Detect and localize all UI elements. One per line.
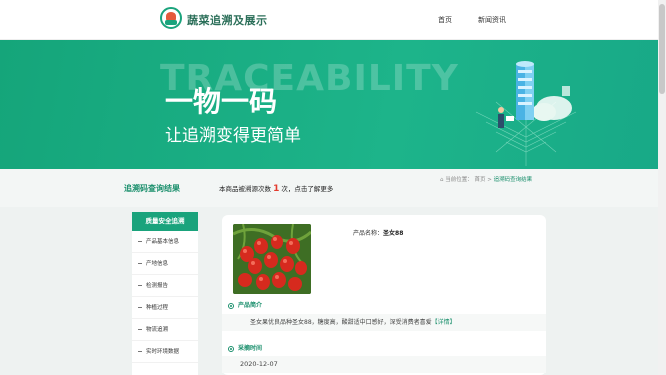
sidebar-item-label: 物流追溯 xyxy=(146,327,169,333)
intro-more-link[interactable]: 【详情】 xyxy=(432,319,456,326)
sidebar-heading: 质量安全追溯 xyxy=(132,212,198,231)
dash-icon xyxy=(138,241,142,242)
product-name: 产品名称：圣女88 xyxy=(353,228,403,237)
intro-heading-text: 产品简介 xyxy=(238,302,263,309)
nav-news[interactable]: 新闻资讯 xyxy=(478,15,506,25)
trace-count-prefix: 本商品被溯源次数 xyxy=(219,185,271,193)
trace-count-suffix: 次，点击了解更多 xyxy=(281,185,334,193)
breadcrumb-home[interactable]: 首页 xyxy=(475,177,486,183)
product-card: 产品名称：圣女88 产品简介 圣女果优良品种圣女88，糖度高，酸甜适中口感好，深… xyxy=(222,215,546,375)
intro-text: 圣女果优良品种圣女88，糖度高，酸甜适中口感好，深受消费者喜爱 xyxy=(250,319,432,326)
sidebar-item-label: 产品基本信息 xyxy=(146,239,180,245)
harvest-heading-text: 采摘时间 xyxy=(238,345,263,352)
hero-banner: TRACEABILITY 一物一码 让追溯变得更简单 xyxy=(0,40,658,169)
brand-name[interactable]: 蔬菜追溯及展示 xyxy=(187,12,268,28)
sidebar-item-label: 种植过程 xyxy=(146,305,169,311)
data-center-illustration-icon xyxy=(475,61,577,166)
sidebar-item-logistics[interactable]: 物流追溯 xyxy=(132,319,198,341)
location-pin-icon xyxy=(228,345,234,352)
breadcrumb-current: 追溯码查询结果 xyxy=(493,177,533,183)
trace-sidebar: 质量安全追溯 产品基本信息 产地信息 检测报告 种植过程 物流追溯 实时环境数据 xyxy=(132,212,198,375)
page-scrollbar[interactable] xyxy=(658,0,666,375)
banner-headline: 一物一码 xyxy=(165,85,278,118)
product-name-value: 圣女88 xyxy=(383,230,404,237)
dash-icon xyxy=(138,263,142,264)
cherry-tomato-photo xyxy=(233,224,311,294)
dash-icon xyxy=(138,329,142,330)
breadcrumb-prefix: 当前位置： xyxy=(445,177,473,183)
banner-subtitle: 让追溯变得更简单 xyxy=(165,126,301,146)
sidebar-item-label: 产地信息 xyxy=(146,261,169,267)
scrollbar-thumb[interactable] xyxy=(659,4,665,94)
logo-base-shape xyxy=(165,20,177,25)
sidebar-item-inspection[interactable]: 检测报告 xyxy=(132,275,198,297)
harvest-date: 2020-12-07 xyxy=(222,356,546,373)
home-icon: ⌂ xyxy=(440,177,444,183)
location-pin-icon xyxy=(228,302,234,309)
product-name-label: 产品名称： xyxy=(353,230,384,237)
nav-home[interactable]: 首页 xyxy=(438,15,452,25)
sidebar-item-planting[interactable]: 种植过程 xyxy=(132,297,198,319)
sidebar-item-label: 检测报告 xyxy=(146,283,169,289)
product-intro: 圣女果优良品种圣女88，糖度高，酸甜适中口感好，深受消费者喜爱【详情】 xyxy=(222,314,546,331)
sidebar-item-environment[interactable]: 实时环境数据 xyxy=(132,341,198,363)
tomato-logo-shape xyxy=(166,12,176,20)
trace-count-text[interactable]: 本商品被溯源次数 1 次，点击了解更多 xyxy=(219,183,333,194)
breadcrumb: ⌂ 当前位置： 首页 > 追溯码查询结果 xyxy=(440,175,532,183)
result-title: 追溯码查询结果 xyxy=(124,184,180,193)
top-header: 蔬菜追溯及展示 首页 新闻资讯 xyxy=(0,0,666,40)
dash-icon xyxy=(138,285,142,286)
section-intro-heading: 产品简介 xyxy=(228,300,262,309)
section-harvest-heading: 采摘时间 xyxy=(228,343,262,352)
sidebar-item-origin[interactable]: 产地信息 xyxy=(132,253,198,275)
brand-logo-icon[interactable] xyxy=(160,7,182,29)
trace-count-value: 1 xyxy=(273,184,280,194)
sidebar-item-label: 实时环境数据 xyxy=(146,349,180,355)
result-strip: 追溯码查询结果 本商品被溯源次数 1 次，点击了解更多 ⌂ 当前位置： 首页 >… xyxy=(0,169,658,207)
page: 蔬菜追溯及展示 首页 新闻资讯 TRACEABILITY 一物一码 让追溯变得更… xyxy=(0,0,666,375)
dash-icon xyxy=(138,307,142,308)
dash-icon xyxy=(138,351,142,352)
sidebar-item-product-info[interactable]: 产品基本信息 xyxy=(132,231,198,253)
